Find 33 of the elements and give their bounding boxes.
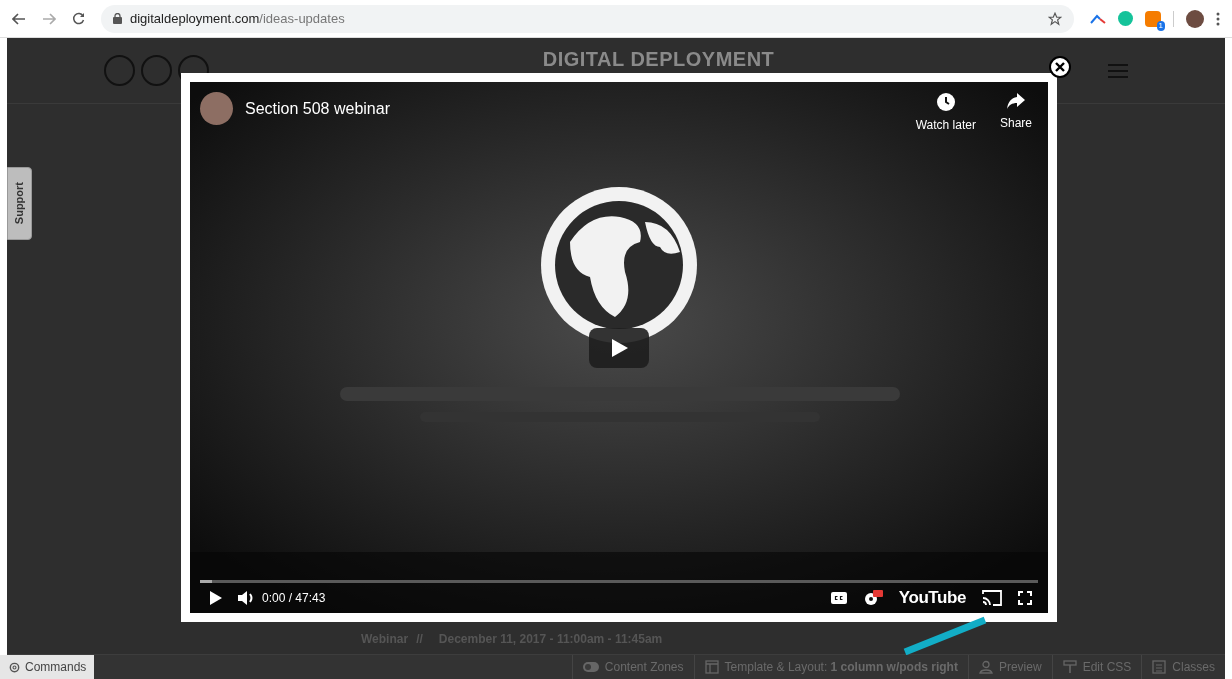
progress-track[interactable]: [200, 580, 1038, 583]
settings-icon[interactable]: [862, 590, 883, 606]
share-icon: [1006, 92, 1026, 110]
extension-badge: 1: [1156, 20, 1165, 31]
clock-icon: [935, 92, 956, 112]
address-bar[interactable]: digitaldeployment.com/ideas-updates: [101, 4, 1074, 33]
paint-roller-icon: [1062, 660, 1077, 674]
youtube-logo[interactable]: YouTube: [898, 585, 966, 611]
menu-icon[interactable]: [1216, 11, 1220, 26]
layout-icon: [704, 660, 719, 674]
video-title[interactable]: Section 508 webinar: [245, 92, 898, 125]
separator-text: //: [416, 631, 423, 648]
fullscreen-icon[interactable]: [1018, 591, 1032, 605]
site-logo[interactable]: DIGITAL DEPLOYMENT: [542, 44, 775, 74]
avatar[interactable]: [1186, 9, 1204, 28]
list-icon: [1152, 660, 1167, 674]
person-icon: [978, 660, 993, 674]
video-action-button[interactable]: Share: [993, 92, 1038, 132]
time-display: 0:00 / 47:43: [262, 590, 326, 607]
close-icon: [1055, 62, 1065, 72]
url-text: digitaldeployment.com/ideas-updates: [130, 9, 346, 28]
play-icon[interactable]: [210, 591, 222, 605]
gear-icon: [8, 660, 21, 674]
cast-icon[interactable]: [982, 590, 1002, 606]
commands-button[interactable]: Commands: [0, 655, 95, 679]
extension-icon[interactable]: [1090, 13, 1106, 24]
back-button[interactable]: [12, 12, 26, 25]
video-action-button[interactable]: Watch later: [909, 92, 982, 134]
toggle-icon: [582, 662, 599, 672]
reload-button[interactable]: [72, 12, 85, 25]
support-tab[interactable]: Support: [7, 167, 32, 240]
bookmark-star-icon[interactable]: [1048, 11, 1062, 26]
lock-icon: [113, 13, 122, 24]
